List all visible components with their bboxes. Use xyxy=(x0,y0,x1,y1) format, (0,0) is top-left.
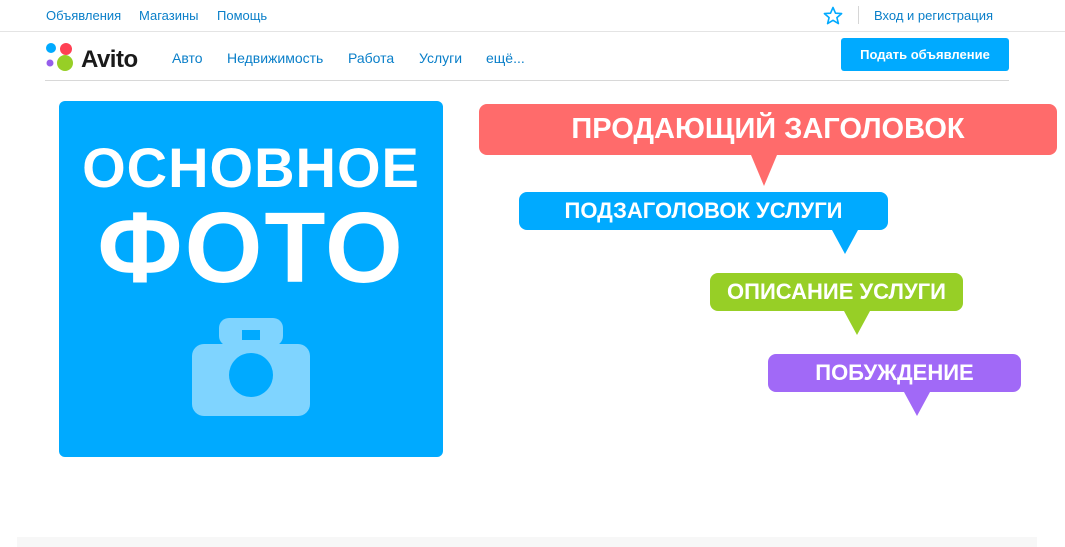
top-bar: Объявления Магазины Помощь Вход и регист… xyxy=(0,0,1065,32)
nav-item-realty[interactable]: Недвижимость xyxy=(227,50,323,66)
nav-item-jobs[interactable]: Работа xyxy=(348,50,394,66)
bubble-service-description-text: ОПИСАНИЕ УСЛУГИ xyxy=(727,279,946,304)
photo-title-line2: ФОТО xyxy=(97,192,405,304)
topbar-divider xyxy=(858,6,859,24)
bubble-call-to-action-text: ПОБУЖДЕНИЕ xyxy=(815,360,974,385)
avito-logo[interactable]: Avito xyxy=(45,40,155,73)
logo-text: Avito xyxy=(81,46,138,73)
footer-strip xyxy=(17,537,1037,547)
post-ad-button[interactable]: Подать объявление xyxy=(841,38,1009,71)
toplink-help[interactable]: Помощь xyxy=(217,8,267,23)
bubble-tail xyxy=(904,392,930,416)
main-header: Avito Авто Недвижимость Работа Услуги ещ… xyxy=(45,32,1009,81)
toplink-ads[interactable]: Объявления xyxy=(46,8,121,23)
bubble-tail xyxy=(751,155,777,186)
photo-title-line1: ОСНОВНОЕ xyxy=(82,136,420,199)
toplink-shops[interactable]: Магазины xyxy=(139,8,199,23)
main-photo-placeholder: ОСНОВНОЕ ФОТО xyxy=(59,101,443,457)
camera-icon xyxy=(192,318,310,416)
bubble-selling-headline-text: ПРОДАЮЩИЙ ЗАГОЛОВОК xyxy=(571,113,965,145)
bubble-service-subheadline-text: ПОДЗАГОЛОВОК УСЛУГИ xyxy=(564,198,843,223)
nav-item-services[interactable]: Услуги xyxy=(419,50,462,66)
bubble-service-description: ОПИСАНИЕ УСЛУГИ xyxy=(710,273,963,335)
bubble-selling-headline: ПРОДАЮЩИЙ ЗАГОЛОВОК xyxy=(479,104,1057,186)
login-link[interactable]: Вход и регистрация xyxy=(874,8,993,23)
nav-item-auto[interactable]: Авто xyxy=(172,50,203,66)
star-outline-icon[interactable] xyxy=(823,6,843,26)
bubble-service-subheadline: ПОДЗАГОЛОВОК УСЛУГИ xyxy=(519,192,888,254)
bubble-call-to-action: ПОБУЖДЕНИЕ xyxy=(768,354,1021,416)
bubble-tail xyxy=(832,230,858,254)
nav-item-more[interactable]: ещё... xyxy=(486,50,525,66)
logo-dots-icon xyxy=(46,43,73,71)
bubble-tail xyxy=(844,311,870,335)
